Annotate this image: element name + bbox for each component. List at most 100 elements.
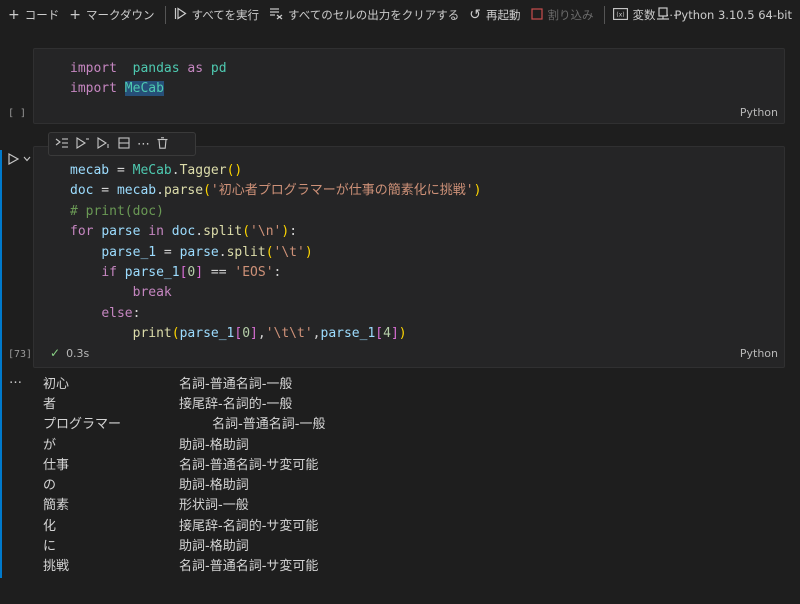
add-markdown-cell-button[interactable]: + マークダウン bbox=[67, 4, 156, 26]
code-token: pd bbox=[210, 61, 227, 76]
cell-toolbar: ⋯ bbox=[48, 132, 196, 156]
output-row: 化 接尾辞-名詞的-サ変可能 bbox=[43, 514, 325, 534]
output-row: の 助詞-格助詞 bbox=[43, 473, 325, 493]
execute-below-icon[interactable] bbox=[97, 136, 111, 152]
run-all-button[interactable]: すべてを実行 bbox=[172, 4, 262, 26]
output-row: 挑戦 名詞-普通名詞-サ変可能 bbox=[43, 555, 325, 575]
code-token: for bbox=[70, 224, 94, 240]
code-token: split bbox=[203, 224, 243, 240]
execution-duration: 0.3s bbox=[66, 346, 90, 360]
output-pos-tag: 名詞-普通名詞-一般 bbox=[179, 376, 293, 392]
code-token: , bbox=[312, 326, 321, 342]
execute-above-icon[interactable] bbox=[55, 137, 69, 152]
restart-kernel-button[interactable]: ↺ 再起動 bbox=[467, 4, 522, 26]
code-token: : bbox=[132, 305, 141, 321]
output-token: の bbox=[43, 478, 57, 494]
code-line: break bbox=[70, 283, 481, 303]
restart-label: 再起動 bbox=[486, 8, 521, 22]
output-token: 挑戦 bbox=[43, 559, 70, 575]
code-token: '\n' bbox=[250, 224, 282, 240]
variables-button[interactable]: (x) 変数 bbox=[611, 4, 658, 26]
code-line: if parse_1[0] == 'EOS': bbox=[70, 263, 481, 283]
delete-icon[interactable] bbox=[157, 136, 168, 152]
code-token: ] bbox=[195, 265, 204, 281]
code-token: parse_1 bbox=[320, 326, 376, 342]
code-token: else bbox=[101, 305, 133, 321]
code-token: in bbox=[148, 224, 164, 240]
code-token: parse bbox=[179, 244, 219, 260]
code-token: () bbox=[226, 163, 243, 178]
code-token: MeCab bbox=[132, 163, 172, 178]
code-token: : bbox=[289, 224, 298, 240]
output-token: が bbox=[43, 437, 57, 453]
clear-all-outputs-icon bbox=[269, 7, 283, 23]
add-code-label: コード bbox=[24, 8, 60, 22]
variables-icon: (x) bbox=[612, 7, 628, 23]
code-line: import pandas as pd bbox=[70, 59, 227, 79]
code-token: doc bbox=[70, 183, 94, 199]
code-token: # print(doc) bbox=[70, 203, 164, 219]
chevron-down-icon[interactable] bbox=[23, 156, 31, 162]
code-token: ( bbox=[265, 244, 274, 260]
code-token: MeCab bbox=[124, 81, 164, 97]
output-menu-button[interactable]: … bbox=[9, 372, 22, 387]
code-token: parse bbox=[163, 183, 204, 199]
output-row: 仕事 名詞-普通名詞-サ変可能 bbox=[43, 453, 325, 473]
code-token: , bbox=[257, 326, 266, 342]
code-token: [ bbox=[375, 326, 384, 342]
output-pos-tag: 助詞-格助詞 bbox=[179, 478, 249, 494]
output-token: 初心 bbox=[43, 376, 70, 392]
code-token: ) bbox=[398, 326, 407, 342]
kernel-icon bbox=[657, 7, 670, 23]
run-icon bbox=[8, 153, 19, 165]
success-check-icon: ✓ bbox=[50, 346, 61, 360]
code-line: print(parse_1[0],'\t\t',parse_1[4]) bbox=[70, 324, 481, 344]
cell-language-label[interactable]: Python bbox=[740, 347, 778, 360]
output-token: に bbox=[43, 539, 57, 555]
code-token: '\t' bbox=[273, 244, 305, 260]
kernel-picker[interactable]: Python 3.10.5 64-bit bbox=[657, 0, 792, 30]
output-pos-tag: 名詞-普通名詞-サ変可能 bbox=[179, 559, 319, 575]
code-token: . bbox=[195, 224, 204, 240]
more-icon[interactable]: ⋯ bbox=[137, 138, 150, 151]
output-pos-tag: 名詞-普通名詞-一般 bbox=[179, 417, 326, 433]
cell-status: ✓ 0.3s bbox=[50, 346, 89, 360]
cell-code[interactable]: mecab = MeCab.Tagger() doc = mecab.parse(… bbox=[70, 161, 481, 345]
code-token: break bbox=[132, 285, 172, 301]
interrupt-kernel-button[interactable]: 割り込み bbox=[529, 4, 596, 26]
code-token: parse bbox=[101, 224, 141, 240]
add-markdown-label: マークダウン bbox=[85, 8, 155, 22]
code-token: == bbox=[203, 265, 235, 281]
code-line: else: bbox=[70, 304, 481, 324]
svg-text:(x): (x) bbox=[616, 11, 624, 18]
add-code-cell-button[interactable]: + コード bbox=[6, 4, 61, 26]
output-token: 簡素 bbox=[43, 498, 70, 514]
code-token: print bbox=[132, 326, 172, 342]
code-token: import bbox=[70, 61, 117, 76]
code-token: '\t\t' bbox=[265, 326, 313, 342]
cell-code[interactable]: import pandas as pd import MeCab bbox=[70, 59, 227, 100]
code-cell-imports[interactable]: import pandas as pd import MeCab Python bbox=[33, 48, 785, 124]
clear-all-outputs-button[interactable]: すべてのセルの出力をクリアする bbox=[267, 4, 461, 26]
output-row: 簡素 形状詞-一般 bbox=[43, 494, 325, 514]
code-line: for parse in doc.split('\n'): bbox=[70, 222, 481, 242]
run-by-line-icon[interactable] bbox=[76, 136, 90, 152]
run-cell-button[interactable] bbox=[8, 153, 31, 165]
output-row: 初心 名詞-普通名詞-一般 bbox=[43, 372, 325, 392]
code-token: . bbox=[171, 163, 180, 178]
code-token: = bbox=[93, 183, 117, 199]
split-cell-icon[interactable] bbox=[118, 136, 130, 152]
cell-language-label[interactable]: Python bbox=[740, 106, 778, 119]
output-token: 仕事 bbox=[43, 457, 70, 473]
output-token: 化 bbox=[43, 518, 57, 534]
code-cell-mecab[interactable]: mecab = MeCab.Tagger() doc = mecab.parse(… bbox=[33, 146, 785, 368]
code-token: ] bbox=[250, 326, 258, 342]
code-token: doc bbox=[171, 224, 196, 240]
code-token: . bbox=[218, 244, 227, 260]
clear-all-outputs-label: すべてのセルの出力をクリアする bbox=[288, 8, 460, 22]
run-all-icon bbox=[174, 7, 187, 23]
